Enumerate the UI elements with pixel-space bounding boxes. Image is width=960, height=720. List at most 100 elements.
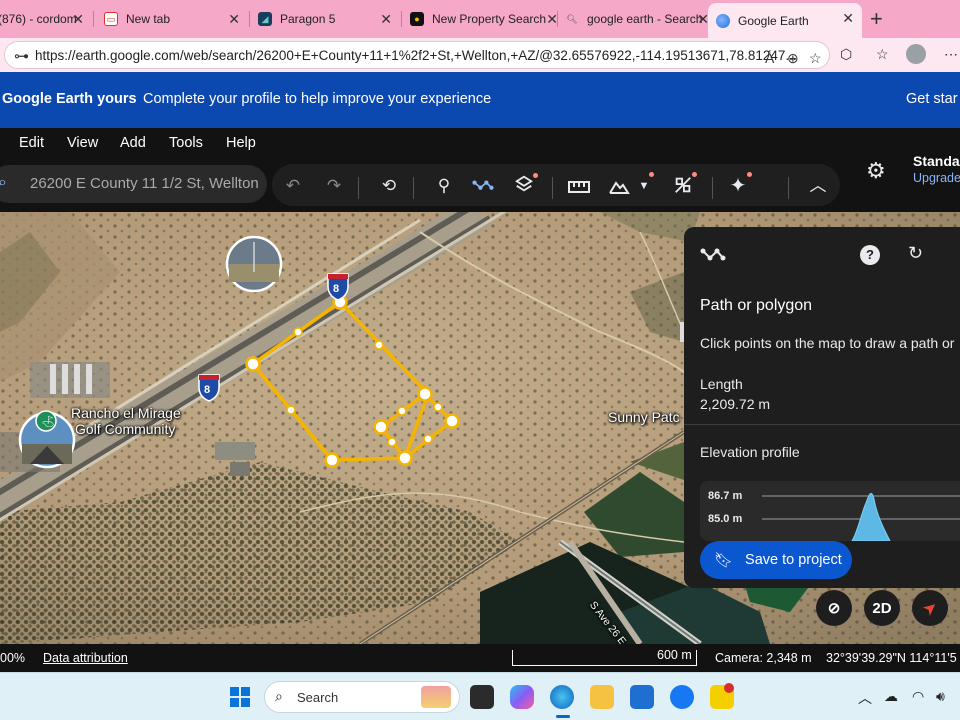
zoom-icon[interactable]: ⊕: [787, 50, 799, 67]
google-earth-icon: [716, 13, 730, 28]
length-label: Length: [700, 376, 743, 392]
place-label-line: Rancho el Mirage: [71, 405, 181, 421]
path-polygon-icon[interactable]: [472, 176, 494, 196]
new-tab-icon: ▭: [104, 12, 118, 26]
satellite-icon[interactable]: [672, 175, 694, 195]
tab-label: New tab: [126, 12, 171, 26]
help-icon[interactable]: ?: [860, 245, 880, 265]
task-view-icon[interactable]: [470, 685, 494, 709]
tab-google-earth[interactable]: Google Earth ✕: [708, 3, 862, 38]
new-tab-plus-icon[interactable]: +: [870, 6, 883, 32]
path-polygon-panel: ? ↻ Path or polygon Click points on the …: [684, 227, 960, 588]
extensions-icon[interactable]: ⬡: [840, 46, 852, 63]
close-icon[interactable]: ✕: [380, 11, 392, 28]
tab-google-search[interactable]: 🔍︎ google earth - Search ✕: [557, 4, 709, 34]
tab-strip: (876) - cordom ✕ ▭ New tab ✕ ◢ Paragon 5…: [0, 0, 960, 38]
bookmark-icon: 🔖︎: [714, 552, 734, 569]
historical-imagery-icon[interactable]: ⟲: [378, 176, 400, 196]
path-polygon-icon: [700, 248, 726, 261]
favorite-star-icon[interactable]: ☆: [809, 50, 822, 67]
url-text[interactable]: https://earth.google.com/web/search/2620…: [35, 48, 797, 63]
divider: [684, 424, 960, 425]
refresh-icon[interactable]: ↻: [908, 243, 923, 264]
save-to-project-button[interactable]: 🔖︎ Save to project: [700, 541, 852, 579]
get-started-link[interactable]: Get star: [906, 91, 958, 107]
active-app-indicator: [556, 715, 570, 718]
menu-view[interactable]: View: [67, 135, 98, 151]
place-label-sunny[interactable]: Sunny Patc: [608, 409, 680, 425]
toggle-2d-button[interactable]: 2D: [864, 590, 900, 626]
facebook-icon[interactable]: [670, 685, 694, 709]
elevation-chart[interactable]: 86.7 m 85.0 m: [700, 481, 960, 541]
notification-badge: [724, 683, 734, 693]
close-icon[interactable]: ✕: [842, 10, 854, 27]
photo-sphere-icon: [225, 235, 283, 293]
property-icon: ●: [410, 12, 424, 26]
taskbar: ⌕ Search ︿ ☁ ◠ 🔊︎: [0, 672, 960, 720]
edge-browser-icon[interactable]: [550, 685, 574, 709]
windows-start-icon[interactable]: [230, 687, 250, 707]
settings-gear-icon[interactable]: ⚙: [866, 158, 886, 184]
close-icon[interactable]: ✕: [228, 11, 240, 28]
redo-icon[interactable]: ↷: [323, 176, 345, 196]
profile-avatar-icon[interactable]: [906, 44, 926, 64]
menu-add[interactable]: Add: [120, 135, 146, 151]
tab-paragon[interactable]: ◢ Paragon 5 ✕: [250, 4, 400, 34]
taskbar-search-label: Search: [297, 690, 339, 705]
gemini-sparkle-icon[interactable]: ✦: [727, 176, 749, 196]
menu-bar: Edit View Add Tools Help: [0, 128, 960, 160]
wifi-icon[interactable]: ◠: [912, 688, 924, 705]
onedrive-cloud-icon[interactable]: ☁: [884, 688, 898, 705]
tab-label: Google Earth: [738, 13, 809, 28]
close-icon[interactable]: ✕: [72, 11, 84, 28]
speaker-icon[interactable]: 🔊︎: [936, 688, 945, 705]
search-highlight-icon: [421, 686, 451, 708]
favorites-icon[interactable]: ☆: [876, 46, 889, 63]
microsoft-store-icon[interactable]: [630, 685, 654, 709]
banner-message: Complete your profile to help improve yo…: [143, 91, 492, 107]
panel-instruction: Click points on the map to draw a path o…: [700, 335, 955, 351]
place-label-line: Golf Community: [75, 421, 176, 437]
tab-mail[interactable]: (876) - cordom ✕: [0, 4, 92, 34]
compass-icon[interactable]: ➤: [912, 590, 948, 626]
upgrade-link[interactable]: Upgrade: [913, 171, 960, 185]
copilot-icon[interactable]: [510, 685, 534, 709]
terrain-icon[interactable]: [608, 176, 630, 196]
reset-view-icon[interactable]: ⊘: [816, 590, 852, 626]
undo-icon[interactable]: ↶: [282, 176, 304, 196]
golf-place-icon[interactable]: ⛳︎: [41, 414, 55, 430]
measure-ruler-icon[interactable]: [568, 177, 590, 197]
tab-new-tab[interactable]: ▭ New tab ✕: [96, 4, 248, 34]
menu-edit[interactable]: Edit: [19, 135, 44, 151]
interstate-number: 8: [204, 384, 211, 396]
profile-banner: Google Earth yours Complete your profile…: [0, 72, 960, 128]
layers-icon[interactable]: [513, 174, 535, 194]
tab-property-search[interactable]: ● New Property Search ✕: [402, 4, 558, 34]
elevation-graph: [762, 493, 960, 541]
address-bar-row: ⊶ https://earth.google.com/web/search/26…: [0, 38, 960, 72]
chevron-down-icon[interactable]: ▼: [633, 176, 655, 196]
chevron-up-icon[interactable]: ︿: [807, 176, 829, 196]
add-placemark-icon[interactable]: ⚲: [433, 176, 455, 196]
search-input[interactable]: 26200 E County 11 1/2 St, Wellton: [30, 175, 259, 192]
more-menu-icon[interactable]: ⋯: [944, 46, 958, 63]
search-icon[interactable]: ⌕: [0, 174, 7, 192]
menu-tools[interactable]: Tools: [169, 135, 203, 151]
menu-help[interactable]: Help: [226, 135, 256, 151]
read-aloud-icon[interactable]: A᷾: [765, 50, 774, 66]
paragon-icon: ◢: [258, 12, 272, 26]
site-info-icon[interactable]: ⊶: [14, 47, 29, 65]
taskbar-search[interactable]: ⌕ Search: [264, 681, 460, 713]
place-label-golf[interactable]: Rancho el Mirage Golf Community: [71, 405, 181, 437]
tab-label: New Property Search: [432, 12, 547, 26]
panel-title: Path or polygon: [700, 297, 813, 314]
search-box[interactable]: ⌕ 26200 E County 11 1/2 St, Wellton: [0, 165, 267, 203]
data-attribution-link[interactable]: Data attribution: [43, 651, 128, 665]
length-value: 2,209.72 m: [700, 396, 771, 412]
chevron-up-icon[interactable]: ︿: [858, 688, 872, 708]
search-icon: 🔍︎: [566, 13, 578, 24]
zoom-percent: 00%: [0, 651, 26, 665]
elevation-profile-label: Elevation profile: [700, 444, 800, 460]
file-explorer-icon[interactable]: [590, 685, 614, 709]
url-bar[interactable]: ⊶ https://earth.google.com/web/search/26…: [4, 41, 830, 69]
